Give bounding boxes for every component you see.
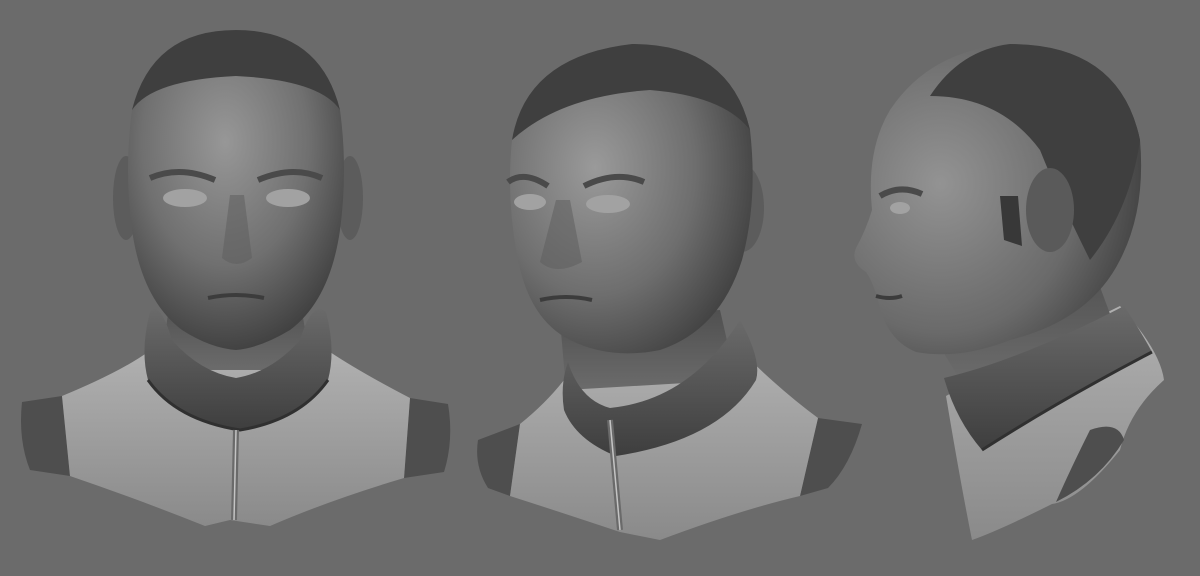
sculpt-render (0, 0, 1200, 576)
eye-right-front (266, 189, 310, 207)
shoulder-pad-left (21, 396, 70, 476)
eye-profile (890, 202, 910, 214)
eye-left-34 (514, 194, 546, 210)
mouth-profile (875, 294, 903, 300)
sculpt-render-canvas (0, 0, 1200, 576)
eye-left-front (163, 189, 207, 207)
shoulder-pad-right (404, 398, 451, 478)
eye-right-34 (586, 195, 630, 213)
ear-profile (1026, 168, 1074, 252)
